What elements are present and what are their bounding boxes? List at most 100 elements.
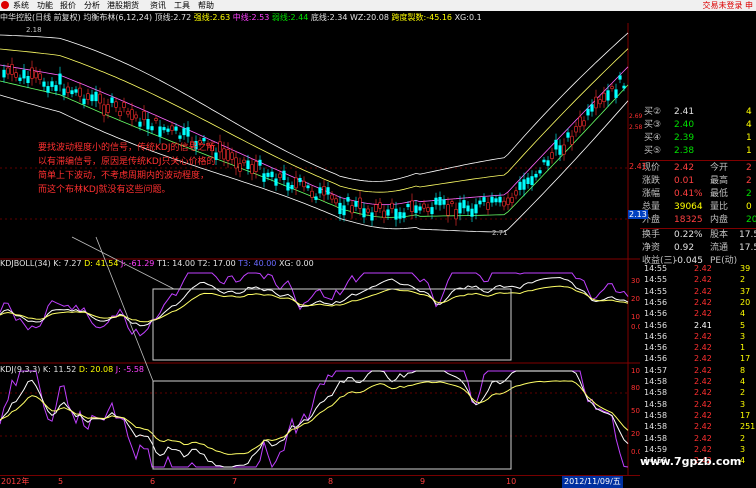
kdjboll-header: KDJBOLL(34) K: 7.27 D: 41.54 J: -61.29 T… <box>0 258 314 269</box>
kdjboll-name: KDJBOLL(34) <box>0 259 51 268</box>
candle-body <box>478 200 482 205</box>
candle-body <box>402 212 406 219</box>
candle-body <box>234 157 238 169</box>
candle-body <box>358 197 362 209</box>
oscillator-line <box>0 285 629 323</box>
candle-body <box>50 81 54 87</box>
tick-row: 14:56 2.42 17 <box>644 354 751 364</box>
candle-body <box>270 171 274 178</box>
candle-body <box>30 67 34 79</box>
candle-body <box>554 139 558 150</box>
tick-row: 14:56 2.42 4 <box>644 309 746 319</box>
candle-body <box>430 207 434 215</box>
menu-item-quote[interactable]: 报价 <box>60 0 76 11</box>
candle-body <box>386 209 390 216</box>
candle-body <box>242 159 246 164</box>
candle-body <box>462 200 466 209</box>
menu-item-news[interactable]: 资讯 <box>150 0 166 11</box>
stat-row-price: 现价 2.42 今开 2 <box>642 163 752 173</box>
candle-body <box>90 94 94 102</box>
kdjboll-axis-300: 300 <box>631 277 640 285</box>
menu-item-help[interactable]: 帮助 <box>198 0 214 11</box>
candle-body <box>282 170 286 180</box>
candle-body <box>130 109 134 120</box>
annotation-text: 要找波动程度小的信号，传统KDJ的信号之所以有滞编信号，原因是传统KDJ只关心价… <box>38 143 216 195</box>
candle-body <box>162 127 166 131</box>
candle-body <box>134 114 138 119</box>
candle-body <box>126 111 130 115</box>
candle-body <box>246 160 250 170</box>
kdj-k: K: 11.52 <box>42 365 77 374</box>
chart-title: 中华控股(日线 前复权) 均衡布林(6,12,24) <box>0 13 153 22</box>
ind-value-bottom: 2.34 <box>329 13 348 22</box>
tick-row: 14:56 2.42 3 <box>644 331 746 341</box>
candle-body <box>622 85 626 89</box>
ind-label-span: 跨度製数: <box>391 13 427 22</box>
candle-body <box>550 152 554 159</box>
candle-body <box>38 73 42 80</box>
menu-item-function[interactable]: 功能 <box>37 0 53 11</box>
candle-body <box>226 149 230 161</box>
candle-body <box>322 186 326 196</box>
candle-body <box>594 96 598 109</box>
kdjboll-d: D: 41.54 <box>84 259 119 268</box>
candle-body <box>578 116 582 127</box>
menu-item-hk-futures[interactable]: 港股期货 <box>107 0 139 11</box>
small-price-2: 2.58 <box>629 124 643 131</box>
kdj-j: J: -5.58 <box>115 365 145 374</box>
candle-body <box>502 200 506 207</box>
buy-row-4: 买④ 2.39 1 <box>644 133 752 143</box>
kdj-axis-20: 20.00 <box>631 430 640 438</box>
kdjboll-j: J: -61.29 <box>121 259 155 268</box>
kdjboll-axis-200: 200 <box>631 295 640 303</box>
candle-body <box>258 159 262 166</box>
candle-body <box>110 97 114 103</box>
tick-row: 14:58 2.42 17 <box>644 410 751 420</box>
candle-body <box>62 88 66 96</box>
kdjboll-t1: T1: 14.00 <box>156 259 196 268</box>
candle-body <box>18 77 22 81</box>
candle-body <box>22 69 26 79</box>
chart-area[interactable]: 300 200 100 0.00 100.00 80.00 50.00 20.0… <box>0 23 640 475</box>
candle-body <box>10 64 14 75</box>
kdj-lines <box>0 370 629 469</box>
menu-item-tools[interactable]: 工具 <box>174 0 190 11</box>
candle-body <box>414 205 418 213</box>
tick-row: 14:58 2.42 3 <box>644 399 746 409</box>
stat-row-turnover: 换手0.22%股本17.5 <box>642 230 756 240</box>
tick-row: 14:58 2.42 4 <box>644 377 746 386</box>
candle-body <box>74 89 78 93</box>
oscillator-line <box>0 380 629 455</box>
menu-item-system[interactable]: 系统 <box>13 0 29 11</box>
menu-item-analysis[interactable]: 分析 <box>84 0 100 11</box>
candle-body <box>294 177 298 189</box>
candle-body <box>34 71 38 79</box>
axis-month-8: 8 <box>328 477 334 486</box>
ind-value-mid: 2.53 <box>251 13 270 22</box>
candle-body <box>338 202 342 214</box>
candle-body <box>178 135 182 139</box>
login-status[interactable]: 交易未登录 申 <box>702 0 753 11</box>
stat-row-change: 涨跌 0.01 最高 2 <box>642 176 752 186</box>
candle-body <box>514 190 518 196</box>
candle-body <box>610 86 614 89</box>
candle-body <box>266 172 270 177</box>
kdjboll-lines <box>0 272 629 337</box>
tick-row: 14:56 2.42 20 <box>644 297 751 307</box>
candle-body <box>394 208 398 220</box>
buy-row-3: 买③ 2.40 4 <box>644 120 752 130</box>
candle-body <box>370 212 374 221</box>
highlight-box-kdj <box>152 380 512 470</box>
candle-body <box>378 202 382 209</box>
current-price-marker: 2.13 <box>628 210 648 219</box>
ind-label-weak: 弱线: <box>271 13 291 22</box>
kdjboll-k: K: 7.27 <box>53 259 82 268</box>
ind-label-mid: 中线: <box>232 13 252 22</box>
candle-body <box>346 197 350 202</box>
candle-body <box>458 202 462 214</box>
candle-body <box>586 108 590 116</box>
ind-label-wz: WZ: <box>349 13 367 22</box>
candle-body <box>602 92 606 102</box>
candle-body <box>2 69 6 78</box>
side-price-label: 2.41 <box>629 162 647 171</box>
